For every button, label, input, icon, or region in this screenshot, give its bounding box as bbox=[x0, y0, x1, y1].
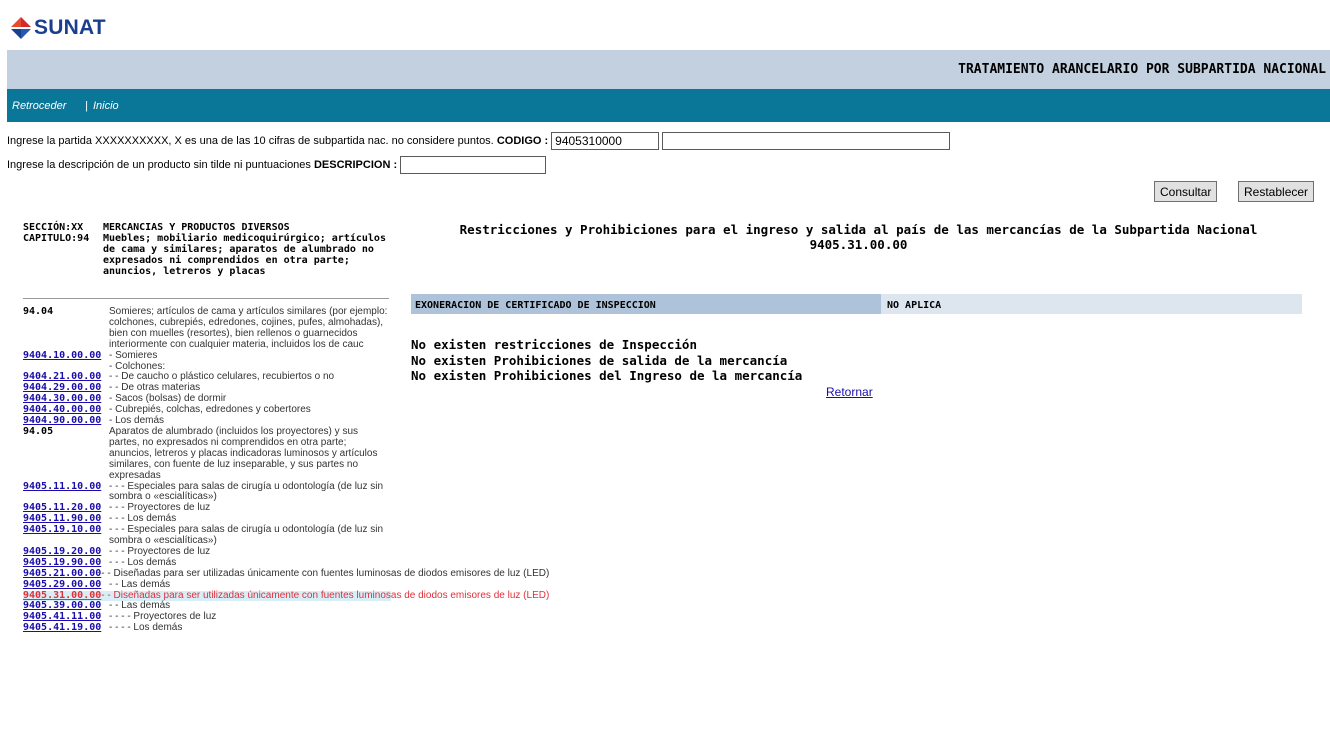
retornar-link[interactable]: Retornar bbox=[826, 385, 873, 399]
tariff-code-cell: 9404.10.00.00 bbox=[23, 350, 109, 362]
nav-bar: Retroceder | Inicio bbox=[7, 89, 1330, 122]
message-ingreso: No existen Prohibiciones del Ingreso de … bbox=[411, 368, 803, 383]
tariff-row: 9405.41.19.00 - - - - Los demás bbox=[23, 622, 391, 634]
tariff-description: - - Las demás bbox=[109, 578, 171, 590]
tariff-code-link[interactable]: 9404.30.00.00 bbox=[23, 393, 101, 404]
main-title-line1: Restricciones y Prohibiciones para el in… bbox=[459, 222, 1258, 237]
tariff-code-link[interactable]: 9404.40.00.00 bbox=[23, 404, 101, 415]
tariff-row: 9405.19.10.00 - - - Especiales para salas… bbox=[23, 524, 391, 547]
sunat-logo: SUNAT bbox=[10, 11, 106, 45]
tariff-row: 9405.11.10.00 - - - Especiales para salas… bbox=[23, 480, 391, 504]
tariff-heading-code: 94.05 bbox=[23, 425, 54, 437]
tariff-row: 94.04 Somieres; artículos de cama y artíc… bbox=[23, 306, 391, 351]
tariff-code-link[interactable]: 9404.90.00.00 bbox=[23, 415, 101, 426]
tariff-code-link[interactable]: 9405.29.00.00 bbox=[23, 579, 101, 590]
tariff-code-link[interactable]: 9404.21.00.00 bbox=[23, 371, 101, 382]
tariff-list: 94.04 Somieres; artículos de cama y artíc… bbox=[23, 306, 549, 634]
tariff-code-link[interactable]: 9405.31.00.00 bbox=[23, 590, 101, 601]
codigo-prompt: Ingrese la partida XXXXXXXXXX, X es una … bbox=[7, 135, 494, 147]
tariff-code-link[interactable]: 9405.11.10.00 bbox=[23, 481, 101, 492]
tariff-code-link[interactable]: 9404.10.00.00 bbox=[23, 350, 101, 361]
main-title-code: 9405.31.00.00 bbox=[809, 237, 908, 252]
tariff-heading-code: 94.04 bbox=[23, 306, 54, 317]
messages: No existen restricciones de Inspección N… bbox=[411, 337, 802, 384]
tariff-code-link[interactable]: 9405.19.10.00 bbox=[23, 524, 101, 535]
tariff-row: 9404.10.00.00 - Somieres bbox=[23, 349, 391, 362]
seccion-label: SECCIÓN:XX bbox=[23, 222, 84, 233]
tariff-description: - - - Especiales para salas de cirugía u… bbox=[109, 480, 384, 503]
sunat-logo-icon bbox=[11, 17, 31, 39]
message-salida: No existen Prohibiciones de salida de la… bbox=[411, 352, 788, 368]
tariff-code-link[interactable]: 9405.41.11.00 bbox=[23, 611, 101, 622]
tariff-code-link[interactable]: 9405.41.19.00 bbox=[23, 622, 101, 633]
inspection-value: NO APLICA bbox=[881, 294, 1302, 314]
tariff-code-link[interactable]: 9405.21.00.00 bbox=[23, 568, 101, 579]
capitulo-label: CAPITULO:94 bbox=[23, 233, 90, 244]
tariff-row: 94.05 Aparatos de alumbrado (incluidos lo… bbox=[23, 425, 391, 482]
inspection-table: EXONERACION DE CERTIFICADO DE INSPECCION… bbox=[411, 294, 1302, 314]
tariff-code-link[interactable]: 9405.39.00.00 bbox=[23, 600, 101, 612]
codigo-row: Ingrese la partida XXXXXXXXXX, X es una … bbox=[7, 132, 951, 150]
main-title: Restricciones y Prohibiciones para el in… bbox=[411, 222, 1306, 252]
tariff-code-cell: 9405.19.10.00 bbox=[23, 524, 109, 547]
left-divider bbox=[23, 298, 389, 299]
consultar-button[interactable]: Consultar bbox=[1154, 181, 1218, 202]
page-title: TRATAMIENTO ARANCELARIO POR SUBPARTIDA N… bbox=[958, 62, 1326, 77]
tariff-code-link[interactable]: 9405.19.20.00 bbox=[23, 546, 101, 557]
logo-text: SUNAT bbox=[34, 16, 106, 39]
tariff-description: - Somieres bbox=[109, 349, 158, 361]
capitulo-text: Muebles; mobiliario medicoquirúrgico; ar… bbox=[103, 233, 386, 277]
tariff-description: - - - - Los demás bbox=[109, 622, 183, 634]
restablecer-button[interactable]: Restablecer bbox=[1238, 181, 1315, 202]
nav-back-link[interactable]: Retroceder bbox=[12, 100, 66, 112]
tariff-code-link[interactable]: 9405.11.20.00 bbox=[23, 502, 101, 513]
codigo-input[interactable] bbox=[551, 132, 660, 150]
capitulo-row: CAPITULO:94 Muebles; mobiliario medicoqu… bbox=[23, 233, 391, 277]
tariff-code-cell: 9405.41.19.00 bbox=[23, 622, 109, 634]
tariff-code-link[interactable]: 9405.11.90.00 bbox=[23, 513, 101, 524]
inspection-label: EXONERACION DE CERTIFICADO DE INSPECCION bbox=[411, 294, 881, 314]
section-header: SECCIÓN:XX MERCANCIAS Y PRODUCTOS DIVERS… bbox=[23, 222, 391, 277]
descripcion-row: Ingrese la descripción de un producto si… bbox=[7, 156, 547, 174]
tariff-code-link[interactable]: 9405.19.90.00 bbox=[23, 557, 101, 568]
codigo-extra-input[interactable] bbox=[662, 132, 951, 150]
nav-separator: | bbox=[85, 100, 88, 112]
tariff-description: Somieres; artículos de cama y artículos … bbox=[109, 306, 388, 350]
descripcion-label: DESCRIPCION : bbox=[313, 159, 398, 171]
message-inspection: No existen restricciones de Inspección bbox=[411, 337, 697, 352]
descripcion-prompt: Ingrese la descripción de un producto si… bbox=[7, 159, 311, 171]
descripcion-input[interactable] bbox=[400, 156, 547, 174]
title-band: TRATAMIENTO ARANCELARIO POR SUBPARTIDA N… bbox=[7, 50, 1330, 89]
seccion-row: SECCIÓN:XX MERCANCIAS Y PRODUCTOS DIVERS… bbox=[23, 222, 391, 233]
codigo-label: CODIGO : bbox=[496, 135, 549, 147]
tariff-description: Aparatos de alumbrado (incluidos los pro… bbox=[109, 425, 378, 481]
tariff-code-link[interactable]: 9404.29.00.00 bbox=[23, 382, 101, 393]
nav-home-link[interactable]: Inicio bbox=[93, 100, 119, 112]
tariff-description: - - - Especiales para salas de cirugía u… bbox=[109, 524, 384, 547]
tariff-code-cell: 9405.11.10.00 bbox=[23, 481, 109, 504]
seccion-text: MERCANCIAS Y PRODUCTOS DIVERSOS bbox=[103, 222, 290, 233]
